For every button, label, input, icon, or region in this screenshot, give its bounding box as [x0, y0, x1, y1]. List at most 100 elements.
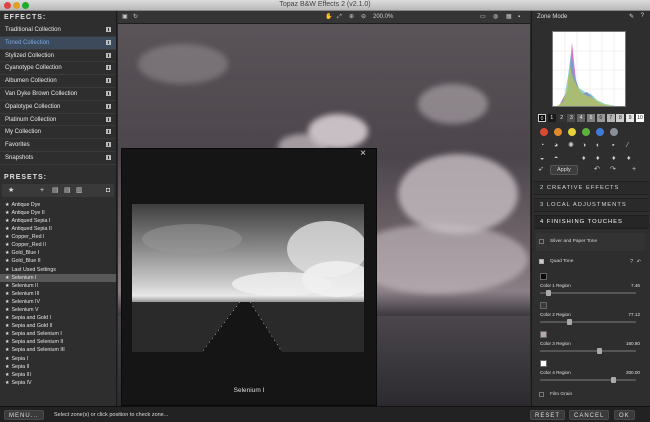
- tone-color-swatch[interactable]: [540, 302, 547, 309]
- color-swatch-button[interactable]: [582, 128, 590, 136]
- star-icon[interactable]: ★: [5, 267, 9, 273]
- apply-button[interactable]: Apply: [550, 165, 578, 175]
- region-slider[interactable]: [540, 377, 636, 383]
- preset-item[interactable]: ★ Gold_Blue II: [0, 257, 116, 265]
- grid-view-icon[interactable]: [106, 78, 111, 84]
- creative-effects-section[interactable]: 2 CREATIVE EFFECTS: [534, 181, 649, 195]
- ok-button[interactable]: OK: [614, 410, 635, 420]
- slider-handle[interactable]: [610, 377, 616, 383]
- grid-view-icon[interactable]: [106, 52, 111, 58]
- region-value[interactable]: 200.00: [626, 370, 640, 375]
- preset-item[interactable]: ★ Selenium II: [0, 282, 116, 290]
- star-icon[interactable]: ★: [5, 331, 9, 337]
- star-icon[interactable]: ★: [5, 315, 9, 321]
- add-icon[interactable]: +: [632, 165, 636, 174]
- dropper-icon[interactable]: ◕: [554, 141, 558, 150]
- color-swatch-button[interactable]: [540, 128, 548, 136]
- star-icon[interactable]: ★: [5, 202, 9, 208]
- navigator-icon[interactable]: ▭: [480, 13, 486, 22]
- star-icon[interactable]: ★: [5, 283, 9, 289]
- refresh-icon[interactable]: ↻: [133, 13, 138, 22]
- star-icon[interactable]: ★: [5, 218, 9, 224]
- zone-button[interactable]: 8: [616, 114, 625, 122]
- preset-item[interactable]: ★ Sepia and Selenium III: [0, 346, 116, 354]
- preset-item[interactable]: ★ Sepia II: [0, 363, 116, 371]
- grid-view-icon[interactable]: [106, 142, 111, 148]
- brush-icon[interactable]: ➶: [538, 165, 544, 174]
- collection-item[interactable]: Snapshots: [0, 152, 116, 165]
- fit-icon[interactable]: ⤢: [337, 13, 342, 22]
- preset-item[interactable]: ★ Selenium III: [0, 290, 116, 298]
- grid-view-icon[interactable]: [106, 39, 111, 45]
- local-adjustments-section[interactable]: 3 LOCAL ADJUSTMENTS: [534, 198, 649, 212]
- star-icon[interactable]: ★: [5, 372, 9, 378]
- brush-icon[interactable]: ⁄: [627, 141, 628, 150]
- preset-item[interactable]: ★ Sepia I: [0, 355, 116, 363]
- close-icon[interactable]: ×: [360, 148, 366, 159]
- color-swatch-button[interactable]: [610, 128, 618, 136]
- preset-item[interactable]: ★ Last Used Settings: [0, 266, 116, 274]
- zone-button[interactable]: 5: [587, 114, 595, 122]
- preset-item[interactable]: ★ Antique Dye II: [0, 209, 116, 217]
- zoom-in-icon[interactable]: ⊕: [349, 13, 354, 22]
- grid-view-icon[interactable]: [106, 90, 111, 96]
- star-icon[interactable]: ★: [5, 299, 9, 305]
- preset-item[interactable]: ★ Sepia and Selenium II: [0, 338, 116, 346]
- slider-handle[interactable]: [567, 319, 573, 325]
- tone-icon[interactable]: ◐: [596, 141, 600, 150]
- preset-item[interactable]: ★ Copper_Red II: [0, 241, 116, 249]
- film-grain-row[interactable]: Film Grain: [536, 388, 645, 402]
- preset-item[interactable]: ★ Sepia and Gold II: [0, 322, 116, 330]
- grid-view-icon[interactable]: [106, 65, 111, 71]
- help-icon[interactable]: ?: [630, 255, 633, 269]
- star-icon[interactable]: ★: [5, 291, 9, 297]
- document-icon[interactable]: ▤: [52, 186, 59, 195]
- slider-handle[interactable]: [546, 290, 552, 296]
- finishing-touches-section[interactable]: 4 FINISHING TOUCHES: [534, 215, 649, 229]
- menu-button[interactable]: MENU...: [4, 410, 44, 420]
- region-value[interactable]: 77.12: [629, 312, 641, 317]
- collection-item[interactable]: Opalotype Collection: [0, 101, 116, 114]
- star-icon[interactable]: ★: [5, 307, 9, 313]
- preset-item[interactable]: ★ Sepia and Selenium I: [0, 330, 116, 338]
- tone-icon[interactable]: ◒: [540, 154, 544, 163]
- color-swatch-button[interactable]: [554, 128, 562, 136]
- zone-button[interactable]: 3: [567, 114, 576, 122]
- zone-button[interactable]: 0: [538, 114, 546, 122]
- preset-item[interactable]: ★ Sepia III: [0, 371, 116, 379]
- star-icon[interactable]: ★: [5, 339, 9, 345]
- help-icon[interactable]: ▪: [518, 13, 520, 22]
- redo-icon[interactable]: ↷: [610, 165, 616, 174]
- star-icon[interactable]: ★: [5, 275, 9, 281]
- zone-button[interactable]: 1: [547, 114, 556, 122]
- cancel-button[interactable]: CANCEL: [569, 410, 610, 420]
- color-swatch-button[interactable]: [596, 128, 604, 136]
- preset-item[interactable]: ★ Copper_Red I: [0, 233, 116, 241]
- brightness-icon[interactable]: ✺: [568, 141, 574, 150]
- grid-view-icon[interactable]: [106, 103, 111, 109]
- drop-icon[interactable]: ♦: [582, 154, 586, 163]
- slider-handle[interactable]: [597, 348, 603, 354]
- collection-item[interactable]: Toned Collection: [0, 36, 116, 50]
- color-swatch-button[interactable]: [568, 128, 576, 136]
- drop-icon[interactable]: ♦: [612, 154, 616, 163]
- star-icon[interactable]: ★: [5, 347, 9, 353]
- collection-item[interactable]: Van Dyke Brown Collection: [0, 88, 116, 101]
- camera-icon[interactable]: ◘: [106, 186, 110, 195]
- preset-item[interactable]: ★ Selenium I: [0, 273, 116, 282]
- grid-view-icon[interactable]: [106, 154, 111, 160]
- star-icon[interactable]: ★: [5, 323, 9, 329]
- collection-item[interactable]: Traditional Collection: [0, 24, 116, 37]
- star-icon[interactable]: ★: [8, 186, 14, 195]
- zoom-out-icon[interactable]: ⊖: [361, 13, 366, 22]
- zone-button[interactable]: 9: [626, 114, 635, 122]
- collection-item[interactable]: Favorites: [0, 139, 116, 152]
- color-picker-icon[interactable]: ▪: [612, 141, 614, 150]
- undo-icon[interactable]: ↶: [594, 165, 600, 174]
- hand-tool-icon[interactable]: ✋: [325, 13, 332, 22]
- zone-button[interactable]: 2: [557, 114, 566, 122]
- collection-item[interactable]: Cyanotype Collection: [0, 62, 116, 76]
- document-icon[interactable]: ▤: [64, 186, 71, 195]
- star-icon[interactable]: ★: [5, 258, 9, 264]
- tone-icon[interactable]: ◓: [554, 154, 558, 163]
